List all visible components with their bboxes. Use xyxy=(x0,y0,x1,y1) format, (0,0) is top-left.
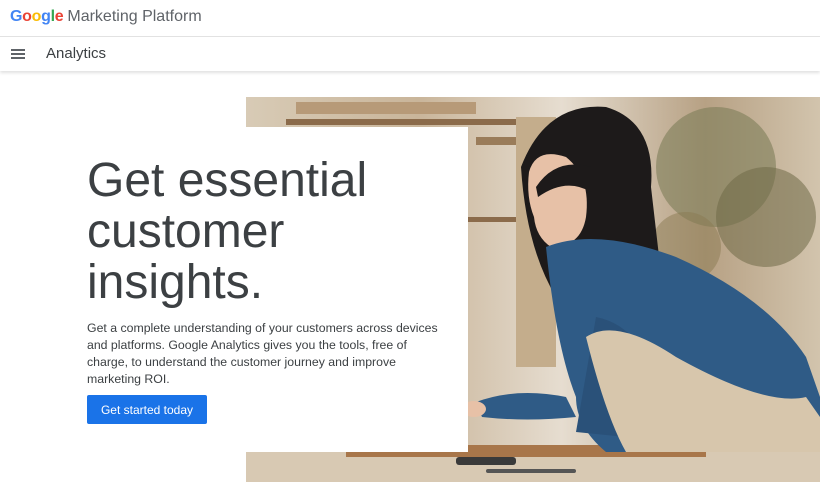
google-letter: o xyxy=(22,8,32,25)
get-started-button[interactable]: Get started today xyxy=(87,395,207,424)
product-title[interactable]: Analytics xyxy=(46,45,106,62)
brand-platform-label: Marketing Platform xyxy=(67,8,202,25)
google-wordmark: Google xyxy=(10,8,64,25)
hero-description: Get a complete understanding of your cus… xyxy=(87,321,438,386)
hamburger-menu-icon[interactable] xyxy=(10,46,26,62)
hero-headline: Get essential customer insights. xyxy=(87,154,368,309)
google-letter: g xyxy=(41,8,51,25)
product-nav: Analytics xyxy=(0,37,820,71)
google-letter: o xyxy=(31,8,42,25)
top-bar: Google Marketing Platform xyxy=(0,0,820,37)
google-marketing-platform-logo[interactable]: Google Marketing Platform xyxy=(10,8,202,26)
google-letter: e xyxy=(54,8,64,25)
google-letter: G xyxy=(10,8,23,25)
